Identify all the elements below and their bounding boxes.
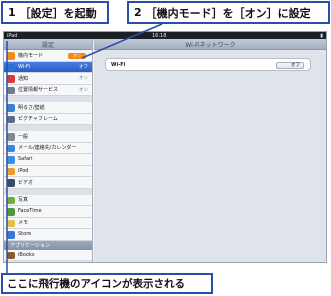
- settings-list: 機内モード オン Wi-Fi オフ 通知 オン 位置情報サービス オン 明るさ/壁紙 ピクチャフレ…: [4, 50, 92, 241]
- apps-section-header: アプリケーション: [4, 240, 92, 250]
- sidebar-item-label: Store: [18, 231, 32, 238]
- sidebar-item-label: Safari: [18, 156, 33, 163]
- sidebar-item-11[interactable]: 写真: [4, 194, 92, 206]
- sidebar-item-label: Wi-Fi: [18, 63, 30, 70]
- airplane-icon: [7, 52, 15, 60]
- sidebar-item-9[interactable]: iPod: [4, 165, 92, 177]
- sidebar-item-label: iBooks: [18, 251, 35, 258]
- sidebar-item-10[interactable]: ビデオ: [4, 177, 92, 189]
- location-icon: [7, 86, 15, 94]
- gear-icon: [7, 133, 15, 141]
- sidebar-item-label: 一般: [18, 133, 29, 140]
- sidebar-item-value: オン: [79, 76, 88, 82]
- sidebar-item-label: FaceTime: [18, 208, 42, 215]
- sidebar-item-ibooks[interactable]: iBooks: [4, 249, 92, 261]
- picture-frame-icon: [7, 115, 15, 123]
- sidebar-item-value: オフ: [79, 64, 88, 70]
- ipod-icon: [7, 167, 15, 175]
- sidebar-item-label: ビデオ: [18, 179, 34, 186]
- sidebar-item-4[interactable]: 明るさ/壁紙: [4, 102, 92, 114]
- notifications-icon: [7, 75, 15, 83]
- device-name: iPad: [7, 32, 18, 39]
- wifi-toggle[interactable]: オフ: [276, 61, 304, 69]
- sidebar-item-label: iPod: [18, 167, 29, 174]
- sidebar-item-2[interactable]: 通知 オン: [4, 73, 92, 85]
- sidebar-item-7[interactable]: メール/連絡先/カレンダー: [4, 142, 92, 154]
- note-text: ここに飛行機のアイコンが表示される: [7, 278, 185, 290]
- step2-number: 2: [134, 6, 142, 19]
- sidebar-item-label: 写真: [18, 197, 29, 204]
- sidebar-item-1[interactable]: Wi-Fi オフ: [4, 61, 92, 73]
- sidebar-item-14[interactable]: Store: [4, 229, 92, 241]
- wifi-toggle-value: オフ: [291, 63, 300, 68]
- step2-callout: 2 ［機内モード］を［オン］に設定: [127, 1, 330, 24]
- sidebar-item-label: 機内モード: [18, 52, 44, 59]
- brightness-icon: [7, 104, 15, 112]
- store-icon: [7, 231, 15, 239]
- sidebar-item-6[interactable]: 一般: [4, 131, 92, 143]
- sidebar-title: 設定: [4, 39, 92, 50]
- note-callout: ここに飛行機のアイコンが表示される: [1, 273, 213, 294]
- safari-icon: [7, 156, 15, 164]
- notes-icon: [7, 219, 15, 227]
- ibooks-icon: [7, 251, 15, 259]
- sidebar-item-label: 明るさ/壁紙: [18, 104, 45, 111]
- sidebar-item-8[interactable]: Safari: [4, 154, 92, 166]
- sidebar-item-5[interactable]: ピクチャフレーム: [4, 113, 92, 125]
- step1-callout: 1 ［設定］を起動: [1, 1, 109, 24]
- sidebar-item-value: オン: [79, 87, 88, 93]
- sidebar-item-label: ピクチャフレーム: [18, 116, 58, 123]
- detail-title: Wi-Fiネットワーク: [94, 39, 326, 50]
- step1-number: 1: [8, 6, 16, 19]
- ipad-screen: iPad 16:18 ▮ 設定 機内モード オン Wi-Fi オフ 通知 オン 位置情報サー…: [3, 31, 327, 263]
- photos-icon: [7, 196, 15, 204]
- facetime-icon: [7, 208, 15, 216]
- airplane-mode-toggle[interactable]: オン: [68, 52, 86, 59]
- status-bar: iPad 16:18 ▮: [4, 32, 326, 39]
- battery-icon: ▮: [320, 32, 323, 39]
- wifi-icon: [7, 63, 15, 71]
- sidebar-item-0[interactable]: 機内モード オン: [4, 50, 92, 62]
- sidebar-item-12[interactable]: FaceTime: [4, 206, 92, 218]
- detail-pane: Wi-Fiネットワーク Wi-Fi オフ: [94, 39, 326, 262]
- video-icon: [7, 179, 15, 187]
- wifi-row[interactable]: Wi-Fi オフ: [105, 58, 311, 71]
- step1-text: ［設定］を起動: [19, 6, 97, 20]
- sidebar-item-label: メモ: [18, 220, 29, 227]
- sidebar-item-13[interactable]: メモ: [4, 217, 92, 229]
- sidebar-item-label: メール/連絡先/カレンダー: [18, 145, 77, 152]
- wifi-label: Wi-Fi: [111, 61, 126, 68]
- mail-icon: [7, 144, 15, 152]
- sidebar-item-label: 通知: [18, 75, 29, 82]
- sidebar-item-label: 位置情報サービス: [18, 87, 59, 94]
- step2-text: ［機内モード］を［オン］に設定: [145, 6, 311, 20]
- settings-sidebar: 設定 機内モード オン Wi-Fi オフ 通知 オン 位置情報サービス オン 明るさ/壁紙 ピクチ…: [4, 39, 93, 262]
- status-time: 16:18: [152, 32, 167, 39]
- sidebar-item-3[interactable]: 位置情報サービス オン: [4, 84, 92, 96]
